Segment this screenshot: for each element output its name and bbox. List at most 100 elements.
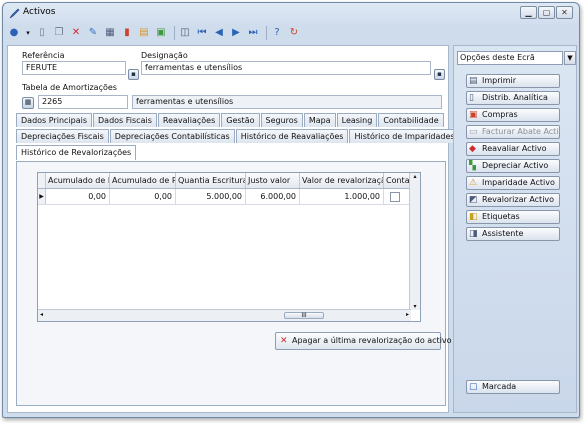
- delete-icon[interactable]: ✕: [69, 26, 83, 40]
- tab-depreciacoes-fiscais[interactable]: Depreciações Fiscais: [16, 129, 109, 143]
- tab-contabilidade[interactable]: Contabilidade: [378, 113, 444, 127]
- preview-icon[interactable]: ◫: [178, 26, 192, 40]
- designacao-label: Designação: [141, 51, 188, 60]
- copy-doc-icon[interactable]: ❐: [52, 26, 66, 40]
- imparidade-button[interactable]: ⚠ Imparidade Activo: [466, 176, 560, 190]
- revalorizacoes-panel: Acumulado de Imp Acumulado de Rev Quanti…: [16, 161, 452, 406]
- tabela-grid-icon[interactable]: ▦: [22, 97, 34, 109]
- imprimir-label: Imprimir: [482, 76, 517, 85]
- options-sidebar: Opções deste Ecrã ▼ ▤ Imprimir ▯ Distrib…: [453, 45, 577, 413]
- scroll-left-icon[interactable]: ◂: [40, 311, 43, 318]
- tab-mapa[interactable]: Mapa: [303, 113, 336, 127]
- distrib-analitica-label: Distrib. Analítica: [482, 93, 548, 102]
- last-record-icon[interactable]: ⏭: [246, 26, 260, 40]
- cell-contabil[interactable]: [384, 189, 410, 204]
- tabela-description-field: ferramentas e utensílios: [132, 95, 442, 109]
- grid-col-justo-valor[interactable]: Justo valor: [246, 173, 300, 188]
- chart-icon[interactable]: ▮: [120, 26, 134, 40]
- help-icon[interactable]: ?: [270, 26, 284, 40]
- scroll-down-icon[interactable]: ▾: [410, 303, 420, 310]
- revalue-icon: ◩: [469, 195, 478, 205]
- delete-last-revalorizacao-label: Apagar a última revalorização do activo: [292, 336, 452, 345]
- revalorizar-button[interactable]: ◩ Revalorizar Activo: [466, 193, 560, 207]
- tab-reavaliacoes[interactable]: Reavaliações: [157, 113, 221, 127]
- grid-col-acumulado-rev[interactable]: Acumulado de Rev: [110, 173, 176, 188]
- previous-record-icon[interactable]: ◀: [212, 26, 226, 40]
- grid-vertical-scrollbar[interactable]: ▴ ▾: [409, 173, 420, 310]
- contabil-checkbox[interactable]: [390, 192, 400, 202]
- designacao-lookup-icon[interactable]: ▪: [434, 69, 445, 80]
- tabela-code-field[interactable]: 2265: [38, 95, 128, 109]
- depreciate-icon: ▚: [469, 161, 476, 171]
- toolbar: ● ▾ ▯ ❐ ✕ ✎ ▦ ▮ ▤ ▣ ◫ ⏮ ◀ ▶ ⏭ ? ↻: [5, 23, 579, 43]
- assistente-label: Assistente: [482, 229, 524, 238]
- options-dropdown[interactable]: Opções deste Ecrã: [457, 51, 563, 65]
- tab-historico-revalorizacoes[interactable]: Histórico de Revalorizações: [16, 145, 137, 160]
- chevron-down-icon[interactable]: ▼: [564, 51, 576, 65]
- edit-icon[interactable]: ✎: [86, 26, 100, 40]
- first-record-icon[interactable]: ⏮: [195, 26, 209, 40]
- tab-seguros[interactable]: Seguros: [260, 113, 303, 127]
- excel-icon[interactable]: ▣: [154, 26, 168, 40]
- document-icon: ▯: [469, 93, 474, 103]
- revalorizar-label: Revalorizar Activo: [482, 195, 555, 204]
- delete-last-revalorizacao-button[interactable]: ✕ Apagar a última revalorização do activ…: [275, 332, 452, 350]
- labels-icon: ◧: [469, 212, 478, 222]
- maximize-button[interactable]: ▢: [538, 6, 555, 19]
- grid-col-acumulado-imp[interactable]: Acumulado de Imp: [46, 173, 110, 188]
- cell-acumulado-rev[interactable]: 0,00: [110, 189, 176, 204]
- distrib-analitica-button[interactable]: ▯ Distrib. Analítica: [466, 91, 560, 105]
- report-icon[interactable]: ▤: [137, 26, 151, 40]
- reavaliar-button[interactable]: ◆ Reavaliar Activo: [466, 142, 560, 156]
- cell-quantia-escriturada[interactable]: 5.000,00: [176, 189, 246, 204]
- tab-leasing[interactable]: Leasing: [336, 113, 378, 127]
- tab-dados-fiscais[interactable]: Dados Fiscais: [93, 113, 157, 127]
- cell-justo-valor[interactable]: 6.000,00: [246, 189, 300, 204]
- grid-scroll-thumb[interactable]: III: [284, 312, 324, 319]
- tab-historico-reavaliacoes[interactable]: Histórico de Reavaliações: [235, 129, 349, 143]
- facturar-abate-button[interactable]: ▭ Facturar Abate Activo: [466, 125, 560, 139]
- marcada-button[interactable]: ▢ Marcada: [466, 380, 560, 394]
- etiquetas-button[interactable]: ◧ Etiquetas: [466, 210, 560, 224]
- toolbar-separator: [266, 26, 267, 40]
- grid-col-valor-revalorizacao[interactable]: Valor de revalorização: [300, 173, 384, 188]
- delete-icon: ✕: [280, 336, 288, 346]
- tabs-row-1: Dados Principais Dados Fiscais Reavaliaç…: [16, 113, 445, 127]
- invoice-icon: ▭: [469, 127, 478, 137]
- diamond-icon: ◆: [469, 144, 476, 154]
- designacao-field[interactable]: ferramentas e utensílios: [141, 61, 431, 75]
- table-row[interactable]: ▶ 0,00 0,00 5.000,00 6.000,00 1.000,00: [38, 189, 410, 205]
- referencia-field[interactable]: FERUTE: [22, 61, 126, 75]
- depreciar-button[interactable]: ▚ Depreciar Activo: [466, 159, 560, 173]
- window-title: Activos: [23, 7, 56, 17]
- pen-icon: [9, 8, 20, 19]
- imprimir-button[interactable]: ▤ Imprimir: [466, 74, 560, 88]
- referencia-label: Referência: [22, 51, 65, 60]
- dropdown-icon[interactable]: ▾: [24, 26, 32, 40]
- minimize-button[interactable]: ▁: [520, 6, 537, 19]
- grid-col-contabil[interactable]: Contabil: [384, 173, 410, 188]
- tab-dados-principais[interactable]: Dados Principais: [16, 113, 93, 127]
- close-button[interactable]: ✕: [556, 6, 573, 19]
- tab-historico-imparidades[interactable]: Histórico de Imparidades: [349, 129, 460, 143]
- tab-depreciacoes-contabilisticas[interactable]: Depreciações Contabilísticas: [109, 129, 235, 143]
- refresh-icon[interactable]: ↻: [287, 26, 301, 40]
- compras-button[interactable]: ▣ Compras: [466, 108, 560, 122]
- new-doc-icon[interactable]: ▯: [35, 26, 49, 40]
- next-record-icon[interactable]: ▶: [229, 26, 243, 40]
- tab-gestao[interactable]: Gestão: [221, 113, 260, 127]
- grid-header: Acumulado de Imp Acumulado de Rev Quanti…: [38, 173, 410, 189]
- scroll-right-icon[interactable]: ▸: [406, 311, 409, 318]
- cell-valor-revalorizacao[interactable]: 1.000,00: [300, 189, 384, 204]
- grid-col-quantia-escriturada[interactable]: Quantia Escriturada: [176, 173, 246, 188]
- scroll-up-icon[interactable]: ▴: [410, 173, 420, 180]
- navigate-icon[interactable]: ●: [7, 26, 21, 40]
- referencia-lookup-icon[interactable]: ▪: [128, 69, 139, 80]
- grid-horizontal-scrollbar[interactable]: ◂ III ▸: [38, 309, 411, 321]
- tabela-label: Tabela de Amortizações: [22, 83, 117, 92]
- wizard-icon: ◨: [469, 229, 478, 239]
- cell-acumulado-imp[interactable]: 0,00: [46, 189, 110, 204]
- assistente-button[interactable]: ◨ Assistente: [466, 227, 560, 241]
- revalorizacoes-grid[interactable]: Acumulado de Imp Acumulado de Rev Quanti…: [37, 172, 421, 322]
- list-icon[interactable]: ▦: [103, 26, 117, 40]
